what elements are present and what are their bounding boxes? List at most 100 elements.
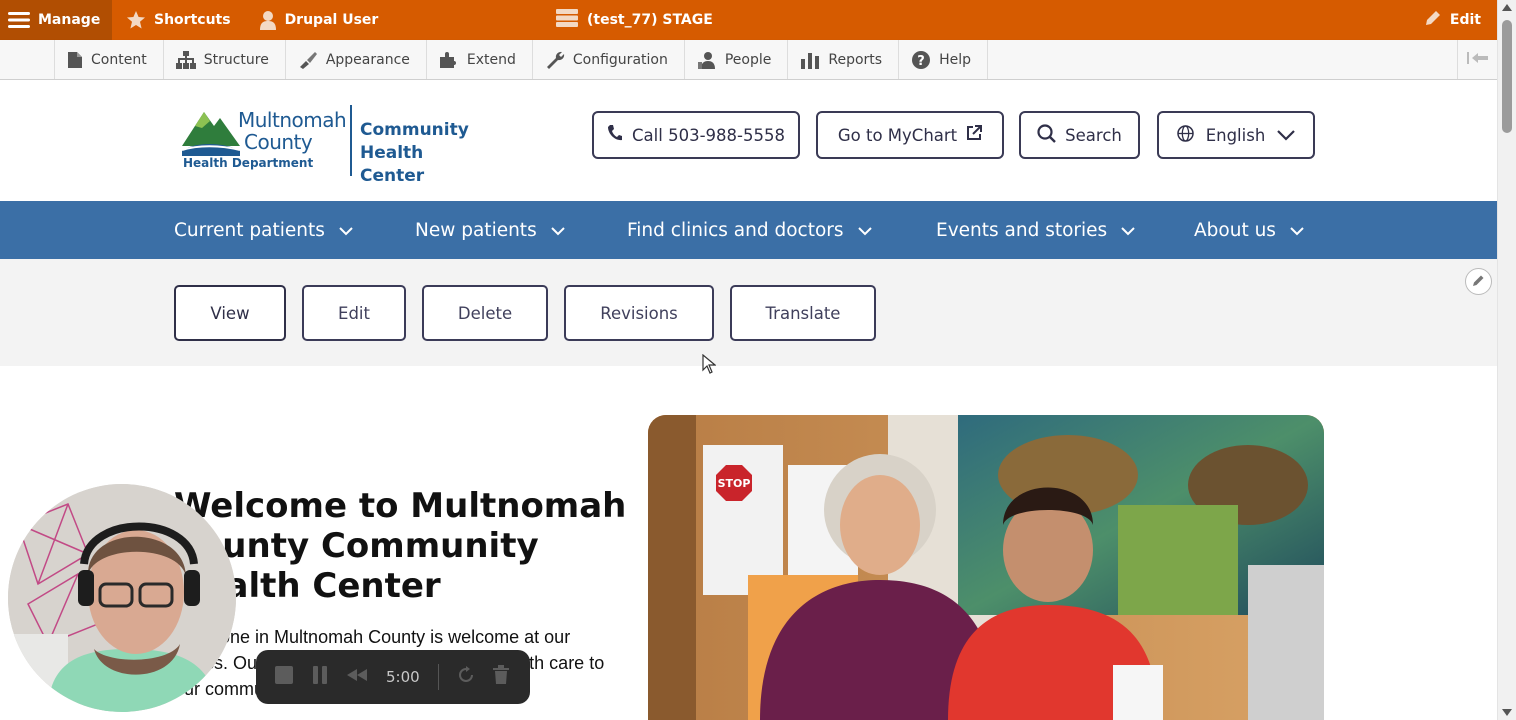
tray-item-content[interactable]: Content <box>55 40 164 79</box>
svg-text:?: ? <box>917 54 925 69</box>
nav-label: Find clinics and doctors <box>627 219 844 241</box>
tab-translate[interactable]: Translate <box>730 285 876 341</box>
environment-indicator[interactable]: (test_77) STAGE <box>556 0 713 40</box>
stop-icon[interactable] <box>274 665 294 689</box>
scroll-up-arrow-icon[interactable] <box>1502 4 1512 11</box>
shortcuts-tab[interactable]: Shortcuts <box>112 0 245 40</box>
restart-icon[interactable] <box>457 666 475 688</box>
tray-item-label: Configuration <box>572 51 668 68</box>
tray-item-label: Appearance <box>325 51 410 68</box>
site-logo[interactable]: Multnomah County Health Department Commu… <box>180 104 480 186</box>
tray-item-label: Structure <box>203 51 269 68</box>
mychart-label: Go to MyChart <box>837 125 958 145</box>
tray-item-label: Reports <box>828 51 883 68</box>
nav-new-patients[interactable]: New patients <box>415 201 565 259</box>
tray-item-structure[interactable]: Structure <box>164 40 286 79</box>
search-icon <box>1037 123 1057 147</box>
external-link-icon <box>966 125 983 145</box>
question-icon: ? <box>911 50 931 70</box>
tab-revisions[interactable]: Revisions <box>564 285 714 341</box>
page-title: Welcome to Multnomah County Community He… <box>174 486 627 606</box>
bar-chart-icon <box>800 51 820 69</box>
person-icon <box>697 51 717 69</box>
recording-controls: 5:00 <box>256 650 530 704</box>
language-selector[interactable]: English <box>1157 111 1315 159</box>
local-tasks: View Edit Delete Revisions Translate <box>0 259 1497 366</box>
chevron-down-icon <box>551 220 565 241</box>
user-icon <box>259 10 277 30</box>
tray-item-configuration[interactable]: Configuration <box>533 40 685 79</box>
chevron-down-icon <box>1277 126 1296 145</box>
shortcuts-label: Shortcuts <box>154 12 231 28</box>
nav-label: Current patients <box>174 219 325 241</box>
pencil-icon <box>1424 9 1442 31</box>
brush-icon <box>298 51 318 69</box>
admin-toolbar: Manage Shortcuts Drupal User (test_77) S… <box>0 0 1497 40</box>
wrench-icon <box>545 51 565 69</box>
tray-item-help[interactable]: ? Help <box>899 40 988 79</box>
globe-icon <box>1176 124 1194 146</box>
tab-edit[interactable]: Edit <box>302 285 406 341</box>
nav-current-patients[interactable]: Current patients <box>174 201 353 259</box>
browser-page: Manage Shortcuts Drupal User (test_77) S… <box>0 0 1516 720</box>
admin-tray: Content Structure Appearance Extend Conf… <box>0 40 1497 80</box>
tray-item-people[interactable]: People <box>685 40 789 79</box>
hero-photo: STOP <box>648 415 1324 720</box>
contextual-edit-button[interactable] <box>1465 268 1492 295</box>
recording-timer: 5:00 <box>386 668 420 686</box>
user-label: Drupal User <box>284 12 379 28</box>
file-icon <box>67 51 83 69</box>
manage-tab[interactable]: Manage <box>0 0 112 40</box>
collapse-arrow-icon <box>1466 51 1489 69</box>
svg-text:STOP: STOP <box>718 477 751 490</box>
manage-label: Manage <box>38 12 101 28</box>
logo-subtitle: Health Department <box>183 156 314 170</box>
tray-item-extend[interactable]: Extend <box>427 40 533 79</box>
tray-item-label: Extend <box>466 51 516 68</box>
language-label: English <box>1205 125 1266 145</box>
page-scrollbar[interactable] <box>1497 0 1516 720</box>
nav-about-us[interactable]: About us <box>1194 201 1304 259</box>
rewind-icon[interactable] <box>346 668 368 686</box>
chevron-down-icon <box>1121 220 1135 241</box>
nav-label: New patients <box>415 219 537 241</box>
tab-view[interactable]: View <box>174 285 286 341</box>
tray-item-label: Content <box>91 51 147 68</box>
user-tab[interactable]: Drupal User <box>245 0 393 40</box>
sitemap-icon <box>175 50 196 69</box>
scroll-down-arrow-icon[interactable] <box>1502 709 1512 716</box>
puzzle-icon <box>439 51 459 69</box>
tab-delete[interactable]: Delete <box>422 285 548 341</box>
nav-find-clinics[interactable]: Find clinics and doctors <box>627 201 872 259</box>
trash-icon[interactable] <box>492 665 509 689</box>
collapse-tray-button[interactable] <box>1457 40 1497 79</box>
edit-toggle[interactable]: Edit <box>1424 0 1481 40</box>
mychart-button[interactable]: Go to MyChart <box>816 111 1004 159</box>
call-button[interactable]: Call 503-988-5558 <box>592 111 800 159</box>
logo-line-1: Multnomah <box>238 108 347 132</box>
nav-label: About us <box>1194 219 1276 241</box>
pencil-icon <box>1472 272 1485 291</box>
mouse-cursor-icon <box>702 353 717 378</box>
webcam-overlay <box>8 484 236 712</box>
tray-item-reports[interactable]: Reports <box>788 40 900 79</box>
search-label: Search <box>1065 125 1122 145</box>
nav-events-stories[interactable]: Events and stories <box>936 201 1135 259</box>
edit-label: Edit <box>1449 12 1481 28</box>
tray-spacer <box>0 40 55 79</box>
logo-right-line-1: Community <box>360 120 469 140</box>
phone-icon <box>607 124 623 146</box>
hamburger-icon <box>8 11 30 29</box>
server-icon <box>556 9 578 31</box>
tray-item-appearance[interactable]: Appearance <box>286 40 427 79</box>
pause-icon[interactable] <box>312 665 328 689</box>
tray-item-label: People <box>724 51 772 68</box>
chevron-down-icon <box>339 220 353 241</box>
call-label: Call 503-988-5558 <box>632 125 785 145</box>
logo-divider <box>350 105 352 176</box>
chevron-down-icon <box>857 220 872 241</box>
main-navigation: Current patients New patients Find clini… <box>0 201 1497 259</box>
search-button[interactable]: Search <box>1019 111 1140 159</box>
divider <box>437 664 439 690</box>
scrollbar-thumb[interactable] <box>1502 20 1512 133</box>
